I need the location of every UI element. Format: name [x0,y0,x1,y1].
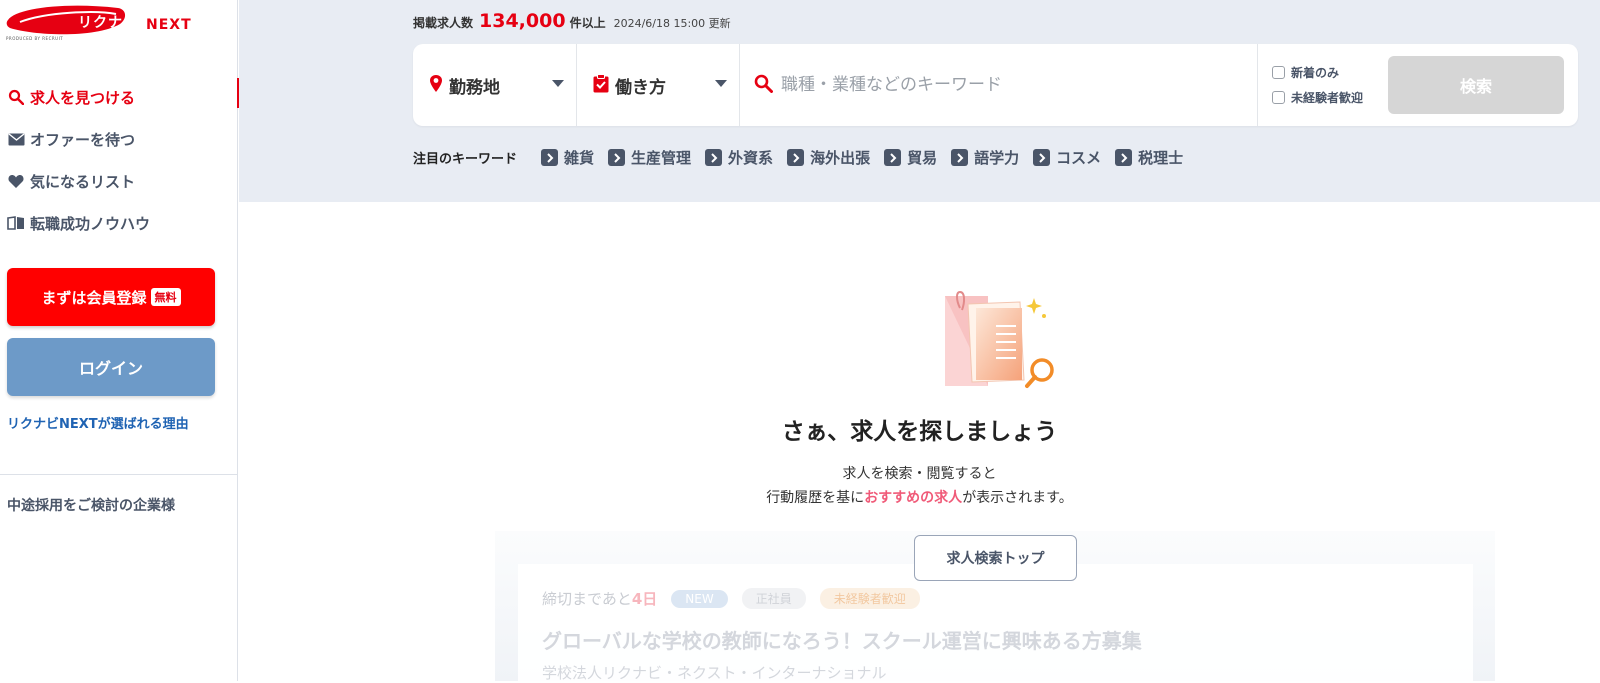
job-count-suffix: 件以上 [569,16,606,30]
free-badge: 無料 [150,288,181,306]
checkbox-box[interactable] [1272,91,1285,104]
chevron-right-icon [884,149,902,166]
sample-job-title: グローバルな学校の教師になろう！スクール運営に興味ある方募集 [542,629,1142,653]
search-bar: 勤務地 働き方 新着のみ 未経験者歓迎 検索 [413,44,1578,126]
rikunabi-logo[interactable]: リクナビ NEXT PRODUCED BY RECRUIT [6,2,196,42]
chevron-right-icon [951,149,969,166]
keyword-tag-label: 海外出張 [810,149,871,167]
heart-icon [7,172,25,190]
sidebar-nav: 求人を見つける オファーを待つ 気になるリスト 転職成功ノウハウ [0,76,239,244]
keyword-tag-label: 生産管理 [631,149,692,167]
sidebar-item-find-jobs[interactable]: 求人を見つける [0,76,239,118]
empty-state-description: 求人を検索・閲覧すると 行動履歴を基におすすめの求人が表示されます。 [239,462,1600,510]
desc-text: 行動履歴を基に [766,490,865,506]
chevron-right-icon [541,149,559,166]
empty-desc-line2: 行動履歴を基におすすめの求人が表示されます。 [239,486,1600,510]
keyword-tag[interactable]: 海外出張 [787,147,870,168]
keyword-field[interactable] [740,44,1258,126]
keyword-tag[interactable]: 生産管理 [608,147,691,168]
keyword-tag[interactable]: 税理士 [1115,147,1183,168]
document-search-illustration-icon [938,290,1070,394]
sidebar-item-label: 気になるリスト [30,172,136,191]
deadline-days: 4日 [631,590,658,608]
keyword-tag[interactable]: 外資系 [705,147,773,168]
location-pin-icon [429,74,443,97]
keyword-tag-label: 語学力 [974,149,1020,167]
new-only-checkbox[interactable]: 新着のみ [1272,64,1388,81]
mail-icon [7,130,25,148]
empty-desc-line1: 求人を検索・閲覧すると [842,466,997,482]
sidebar-item-knowhow[interactable]: 転職成功ノウハウ [0,202,238,244]
keyword-tag[interactable]: 雑貨 [541,147,594,168]
employment-badge: 正社員 [741,588,806,609]
sidebar-item-label: 求人を見つける [30,88,136,107]
keyword-tag-label: 貿易 [907,149,938,167]
sidebar-item-favorites[interactable]: 気になるリスト [0,160,238,202]
chevron-right-icon [787,149,805,166]
updated-timestamp: 2024/6/18 15:00 更新 [613,17,731,30]
work-style-select[interactable]: 働き方 [577,44,740,126]
new-badge: NEW [671,589,728,608]
inexperienced-checkbox[interactable]: 未経験者歓迎 [1272,89,1388,106]
logo-brand-text: リクナビ [78,15,138,31]
sidebar-item-label: オファーを待つ [30,130,136,149]
search-filters: 新着のみ 未経験者歓迎 [1258,44,1388,126]
register-label: まずは会員登録 [41,288,147,307]
keyword-tag-label: 税理士 [1138,149,1184,167]
chevron-right-icon [1115,149,1133,166]
job-count-line: 掲載求人数 134,000 件以上 2024/6/18 15:00 更新 [413,10,731,32]
sidebar-item-label: 転職成功ノウハウ [30,214,151,233]
keyword-tag-label: 雑貨 [564,149,595,167]
job-count-label: 掲載求人数 [413,16,474,30]
sidebar: リクナビ NEXT PRODUCED BY RECRUIT 求人を見つける オフ… [0,0,239,681]
chevron-right-icon [1033,149,1051,166]
keyword-tag-label: コスメ [1056,149,1102,167]
featured-keywords: 注目のキーワード 雑貨 生産管理 外資系 海外出張 貿易 語学力 コスメ 税理士 [413,147,1197,168]
featured-keywords-title: 注目のキーワード [413,152,518,167]
sample-job-company: 学校法人リクナビ・ネクスト・インターナショナル [542,664,887,682]
chevron-right-icon [608,149,626,166]
search-icon [754,74,773,97]
search-button[interactable]: 検索 [1388,56,1564,114]
new-only-label: 新着のみ [1291,66,1340,80]
chevron-down-icon [552,80,564,87]
login-button[interactable]: ログイン [7,338,215,396]
chevron-down-icon [715,80,727,87]
recommended-highlight: おすすめの求人 [864,490,963,506]
desc-text: が表示されます。 [962,490,1073,506]
corporate-link[interactable]: 中途採用をご検討の企業様 [7,495,175,515]
job-count-value: 134,000 [479,10,566,32]
inexperienced-label: 未経験者歓迎 [1291,91,1364,105]
register-button[interactable]: まずは会員登録 無料 [7,268,215,326]
work-style-label: 働き方 [615,77,666,98]
keyword-tag[interactable]: コスメ [1033,147,1101,168]
keyword-tag[interactable]: 貿易 [884,147,937,168]
logo-produced-by: PRODUCED BY RECRUIT [6,36,64,41]
search-icon [7,88,25,106]
inexperienced-badge: 未経験者歓迎 [819,588,920,609]
job-search-top-button[interactable]: 求人検索トップ [914,535,1077,581]
chevron-right-icon [705,149,723,166]
keyword-tag-label: 外資系 [728,149,774,167]
location-select[interactable]: 勤務地 [413,44,577,126]
sample-job-meta: 締切まであと 4日 NEW 正社員 未経験者歓迎 [542,588,920,609]
location-label: 勤務地 [449,77,500,98]
book-icon [7,214,25,232]
keyword-input[interactable] [781,75,1241,95]
logo-next-text: NEXT [146,17,192,33]
sidebar-divider [0,474,238,475]
deadline-prefix: 締切まであと [542,590,632,608]
checkbox-box[interactable] [1272,66,1285,79]
empty-state-title: さぁ、求人を探しましょう [781,419,1058,445]
sidebar-item-offers[interactable]: オファーを待つ [0,118,238,160]
clipboard-check-icon [593,73,609,97]
keyword-tag[interactable]: 語学力 [951,147,1019,168]
